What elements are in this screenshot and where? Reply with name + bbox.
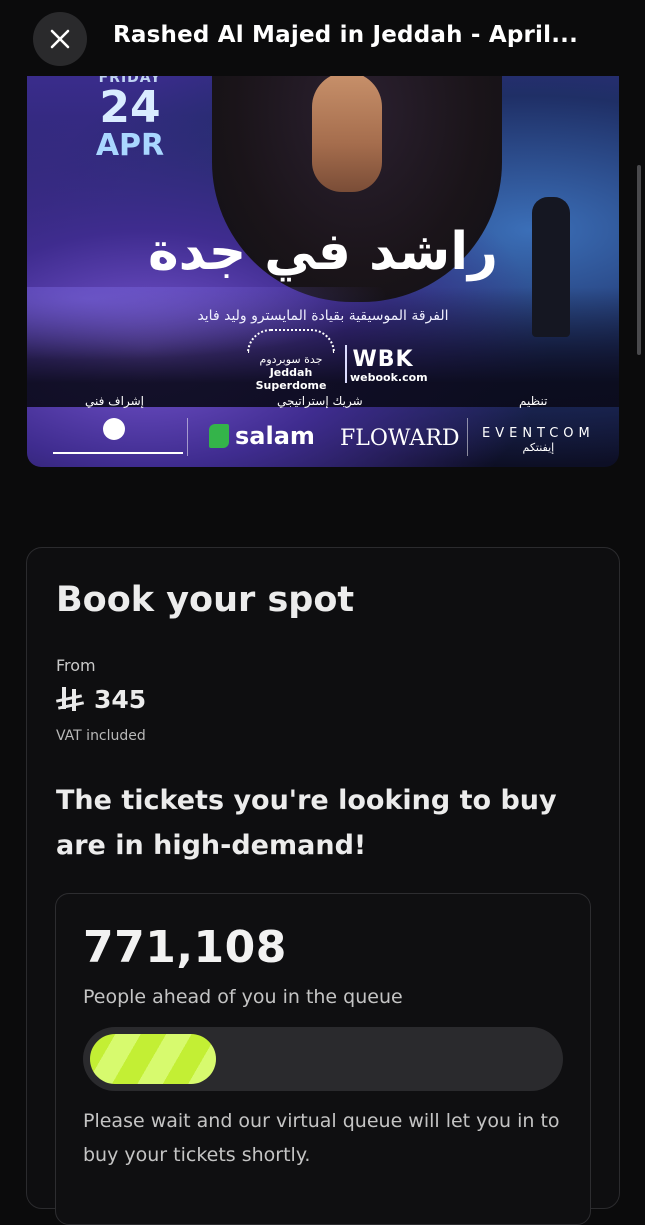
webook-mark: WBK (352, 347, 414, 372)
event-poster: FRIDAY 24 APR راشد في جدة الفرقة الموسيق… (27, 72, 619, 467)
eventcom-en: EVENTCOM (482, 426, 595, 441)
booking-card: Book your spot From 345 VAT included The… (26, 547, 620, 1225)
venue-logo: جدة سوبردوم Jeddah Superdome (235, 329, 347, 392)
queue-progress-bar (83, 1027, 563, 1091)
logo-divider (345, 345, 347, 383)
event-date: FRIDAY 24 APR (85, 72, 175, 162)
queue-label: People ahead of you in the queue (83, 986, 403, 1008)
price-value: 345 (94, 685, 147, 714)
label-supervision: إشراف فني (85, 394, 144, 408)
queue-panel: 771,108 People ahead of you in the queue… (55, 893, 591, 1225)
scrollbar[interactable] (637, 165, 641, 355)
price: 345 (55, 685, 147, 714)
dome-icon (247, 329, 335, 353)
logo-divider (467, 418, 468, 456)
poster-title: راشد في جدة (147, 222, 498, 282)
queue-note: Please wait and our virtual queue will l… (83, 1110, 560, 1166)
artist-hands (312, 72, 382, 192)
page-title: Rashed Al Majed in Jeddah - April... (113, 22, 579, 48)
label-partner: شريك إستراتيجي (277, 394, 363, 408)
high-demand-message: The tickets you're looking to buy are in… (56, 785, 557, 861)
salam-logo: salam (209, 422, 315, 450)
venue-name-en: Jeddah Superdome (255, 366, 327, 392)
price-from-label: From (56, 656, 96, 675)
floward-logo: FLOWARD (340, 426, 460, 451)
rotana-logo (53, 418, 183, 458)
webook-url: webook.com (350, 371, 428, 384)
salam-icon (209, 424, 229, 448)
logo-divider (187, 418, 188, 456)
saudi-riyal-icon (55, 686, 85, 713)
sponsor-logos: salam FLOWARD EVENTCOM إيفنتكم (27, 416, 619, 462)
salam-text: salam (235, 422, 315, 450)
rotana-icon (103, 418, 125, 440)
label-organizer: تنظيم (519, 394, 548, 408)
eventcom-ar: إيفنتكم (522, 441, 555, 454)
close-button[interactable] (33, 12, 87, 66)
queue-count: 771,108 (83, 922, 287, 973)
booking-title: Book your spot (56, 580, 355, 620)
queue-progress-fill (90, 1034, 216, 1084)
close-icon (50, 29, 70, 49)
poster-subtitle: الفرقة الموسيقية بقيادة المايسترو وليد ف… (197, 308, 449, 324)
vat-label: VAT included (56, 728, 146, 744)
event-date-number: 24 (99, 82, 161, 133)
webook-logo: WBK webook.com (350, 347, 428, 385)
venue-name-ar: جدة سوبردوم (259, 353, 323, 366)
event-date-month: APR (95, 128, 165, 163)
eventcom-logo: EVENTCOM إيفنتكم (482, 426, 595, 454)
top-bar: Rashed Al Majed in Jeddah - April... (0, 0, 645, 76)
